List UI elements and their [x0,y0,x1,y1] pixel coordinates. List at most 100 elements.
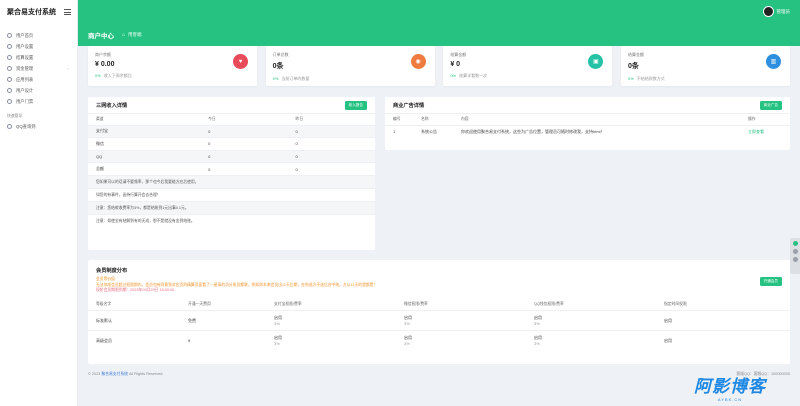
income-report-button[interactable]: 收入报告 [344,100,367,110]
footer-brand-link[interactable]: 聚合易支付系统 [101,372,128,376]
stat-card-settlement-count: 结算金额 0条 0% 不结结款数方式 ▥ [620,46,790,86]
column-header: 今日 [208,116,216,121]
notice-line: 您如果可以的话请不要频率，那个也今后我要能方应后使用。 [88,175,375,188]
ad-button[interactable]: 商业广告 [759,100,782,110]
rate-text: 3% [534,321,540,326]
rate-text: 3% [534,341,540,347]
table-cell: 启用 3% [526,310,656,331]
topbar: 管理员 [78,0,800,24]
chat-icon[interactable] [792,249,798,254]
column-header: 昨日 [295,116,304,121]
rate-text: 3% [274,341,280,347]
notice-line: 注意：如使全有结解到有的天成，那不是就没有金到结账。 [88,214,375,227]
sidebar-item-qq-query[interactable]: QQ查询到 [0,121,77,132]
sidebar-item-label: 用户门票 [16,98,34,104]
notice-line: 如您的有事件，函持行算开会去合理！ [88,188,375,201]
table-cell: ¥ [180,330,266,351]
menu-toggle-icon[interactable] [64,9,71,15]
user-name: 管理员 [776,8,791,14]
open-membership-button[interactable]: 开通会员 [759,277,782,286]
stat-card-balance: 商户余额 ¥ 0.00 0% 收入下周余额比 ♥ [88,46,257,86]
table-cell: 启用 [656,330,790,351]
view-now-link[interactable]: 立即查看 [740,124,790,138]
copyright-year: © 2023 [88,372,101,376]
table-cell: 微信 [88,137,201,150]
sidebar-item-label: 用户首页 [16,32,34,38]
sidebar-item-design[interactable]: 用户设计 [0,85,77,96]
table-cell: 启用 3% [266,330,396,351]
income-notes: 您如果可以的话请不要频率，那个也今后我要能方应后使用。 如您的有事件，函持行算开… [88,175,375,227]
member-table: 等级名字 开通一天费用 支付宝权限/费率 微信权限/费率 QQ钱包权限/费率 指… [88,300,790,351]
sidebar-item-funds[interactable]: 资金管理 › [0,63,77,74]
sidebar-item-settlement[interactable]: 结算设置 [0,52,77,63]
table-cell: 0 [287,162,375,175]
watermark-title: 阿影博客 [694,377,766,396]
sidebar: 聚合易支付系统 用户首页 用户设置 结算设置 资金管理 › 应用列表 用户设计 用… [0,0,78,406]
breadcrumb-item[interactable]: 用客端 [128,32,142,38]
column-header: 微信权限/费率 [404,302,428,307]
income-table: 渠道 今日 昨日 支付宝 0 0 微信 0 0 QQ 0 0 总额 0 0 [88,114,375,175]
sidebar-item-tickets[interactable]: 用户门票 [0,96,77,107]
page-title: 商户中心 [88,33,114,40]
chart-icon [7,88,12,93]
member-panel: 会员制度分布 开通会员 会员等价值 无法你成会员超过权限期内，会员也有同意到对应… [88,260,790,364]
stat-footnote: 0% 当前订单的数量 [273,76,428,82]
top-icon[interactable] [792,257,798,262]
table-cell: 标准默认 [88,310,180,331]
column-header: 内容 [461,116,469,121]
table-row: 总额 0 0 [88,162,375,175]
table-row: QQ 0 0 [88,149,375,163]
stat-desc: 收入下周余额比 [103,73,132,78]
stat-desc: 当前订单的数量 [281,76,310,81]
stat-label: 订单总数 [272,52,289,57]
column-header: 开通一天费用 [188,302,211,307]
sidebar-section-label: 快速管导 [7,114,23,118]
table-row: 标准默认 免费 启用 3% 启用 3% 启用 3% 启用 [88,310,790,331]
sidebar-item-label: 资金管理 [16,65,34,71]
stat-value: 0条 [272,63,284,70]
stat-label: 结算金额 [627,52,644,57]
table-cell: 启用 3% [266,310,396,331]
table-row: 支付宝 0 0 [88,124,375,138]
footer: © 2023 聚合易支付系统 All Rights Reserved. 客服QQ… [88,372,790,377]
user-icon [7,44,12,49]
stat-label: 商户余额 [95,52,111,57]
watermark: 阿影博客 AYBK.CN [694,372,766,402]
table-cell: 0 [200,149,288,163]
panel-header: 会员制度分布 [88,260,790,274]
column-header: 指定时间权限 [664,302,687,307]
table-row: 高级会员 ¥ 启用 3% 启用 3% 启用 3% 启用 [88,330,790,351]
heart-icon: ♥ [233,54,248,69]
user-menu[interactable]: 管理员 [762,6,791,17]
stat-value: ¥ 0 [450,61,461,68]
table-cell: 0 [287,137,375,150]
stat-footnote: 0% 收入下周余额比 [95,73,250,79]
watermark-subtitle: AYBK.CN [717,397,743,402]
floating-toolbar [790,238,800,274]
brand-title: 聚合易支付系统 [7,9,56,16]
table-cell: 支付宝 [88,124,201,138]
table-cell: 你欢迎使用聚合易支付系统，这些为广告位置，管理员可随时修改我，支持html！ [453,124,740,138]
income-panel: 三网收入详情 收入报告 渠道 今日 昨日 支付宝 0 0 微信 0 0 QQ 0 0 总额 0… [88,97,375,250]
copyright: © 2023 聚合易支付系统 All Rights Reserved. [88,372,163,377]
table-cell: 0 [200,162,288,175]
ad-panel: 商业广告详情 商业广告 编号 名称 内容 操作 1 系统公告 你欢迎使用聚合易支… [385,97,790,150]
table-cell: 启用 3% [526,330,656,351]
rate-text: 3% [404,321,410,326]
shield-icon[interactable] [792,241,798,246]
panel-header: 三网收入详情 收入报告 [88,97,375,114]
stat-percent: 0% [95,73,101,78]
table-cell: 0 [287,124,375,138]
column-header: 编号 [393,116,401,121]
table-cell: 系统公告 [413,124,453,138]
home-icon[interactable]: ⌂ [122,32,125,38]
sidebar-item-apps[interactable]: 应用列表 [0,74,77,85]
sidebar-item-user-settings[interactable]: 用户设置 [0,41,77,52]
column-header: 名称 [421,116,429,121]
stat-footnote: 0% 不结结款数方式 [628,76,783,82]
stat-card-settlement: 结算金额 ¥ 0 0% 结算详看数一次 ▣ [443,46,613,86]
rate-text: 3% [274,321,280,326]
column-header: 渠道 [96,116,104,121]
sidebar-item-home[interactable]: 用户首页 [0,30,77,41]
table-cell: 高级会员 [88,330,180,351]
